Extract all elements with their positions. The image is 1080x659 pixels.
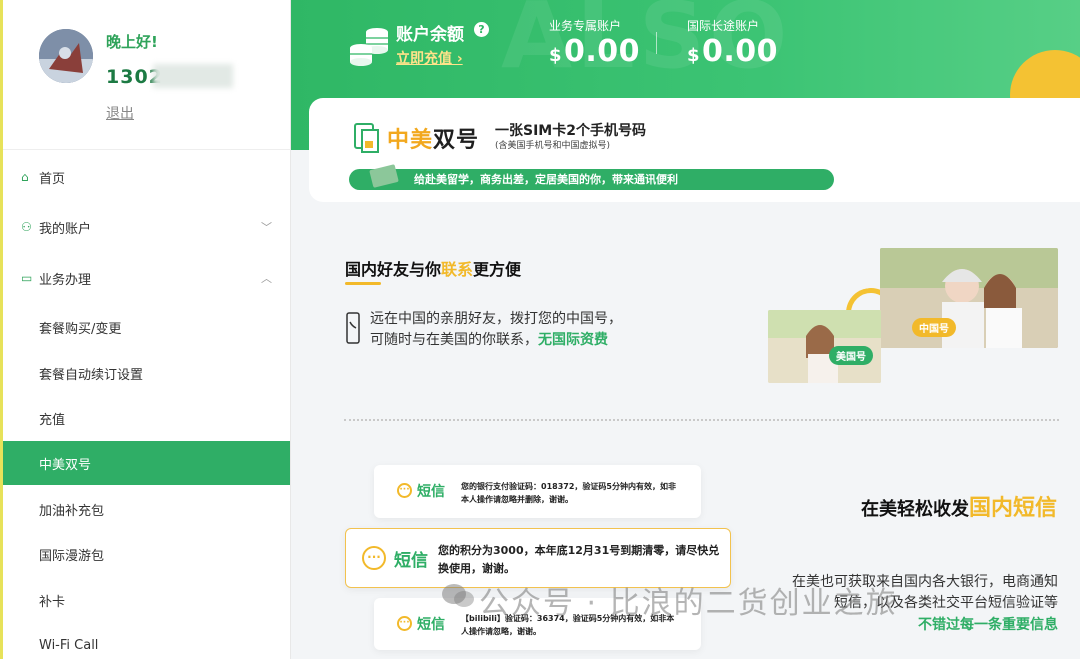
nav-sub-recharge[interactable]: 充值: [3, 396, 290, 440]
phone-redaction: [153, 64, 233, 88]
nav-home[interactable]: ⌂ 首页: [3, 155, 290, 199]
business-account: 业务专属账户 $0.00: [549, 17, 640, 69]
chat-bubble-icon: ···: [362, 546, 386, 570]
business-account-label: 业务专属账户: [549, 19, 622, 33]
us-number-badge: 美国号: [829, 346, 873, 365]
wechat-icon: [442, 584, 474, 607]
intl-account: 国际长途账户 $0.00: [687, 17, 778, 69]
user-icon: ⚇: [21, 220, 32, 234]
nav-sub-plan[interactable]: 套餐购买/变更: [3, 305, 290, 349]
greeting-text: 晚上好!: [106, 33, 158, 51]
banner-tagline: 一张SIM卡2个手机号码: [495, 123, 646, 139]
coins-icon: [350, 28, 388, 66]
chevron-up-icon: ︿: [261, 272, 272, 285]
nav-sub-replace-card[interactable]: 补卡: [3, 578, 290, 622]
banner-subtagline: (含美国手机号和中国虚拟号): [495, 141, 611, 151]
section-divider: [344, 419, 1059, 421]
intl-account-label: 国际长途账户: [687, 19, 760, 33]
sim-card-icon: [354, 123, 379, 153]
nav-sub-data-pack[interactable]: 加油补充包: [3, 487, 290, 531]
section1-underline: [345, 282, 381, 285]
avatar[interactable]: [39, 29, 93, 83]
chevron-down-icon: ﹀: [261, 221, 272, 234]
sms-text: 您的银行支付验证码：018372，验证码5分钟内有效，如非本人操作请忽略并删除，…: [461, 482, 676, 504]
nav-home-label: 首页: [39, 171, 66, 187]
nav-sub-wifi-call[interactable]: Wi-Fi Call: [3, 623, 290, 659]
main-content: ALSO GUIDE 账户余额 ? 立即充值 › 业务专属账户 $0.00: [291, 0, 1080, 659]
sms-card: ··· 短信 您的银行支付验证码：018372，验证码5分钟内有效，如非本人操作…: [374, 465, 701, 518]
nav-account[interactable]: ⚇ 我的账户 ﹀: [3, 205, 290, 249]
nav-sub-dual-number[interactable]: 中美双号: [3, 441, 290, 485]
banner-title: 中美双号: [387, 128, 480, 153]
sidebar: 晚上好! 1302 退出 ⌂ 首页 ⚇ 我的账户 ﹀ ▭ 业务办理 ︿ 套餐购买…: [0, 0, 291, 659]
logout-link[interactable]: 退出: [106, 103, 134, 123]
nav-sub-autorenew[interactable]: 套餐自动续订设置: [3, 351, 290, 395]
intl-account-amount: $0.00: [687, 34, 779, 69]
help-icon[interactable]: ?: [474, 22, 489, 37]
account-divider: [656, 32, 657, 54]
banner-strip: 给赴美留学，商务出差，定居美国的你，带来通讯便利: [349, 164, 834, 190]
sim-card-graphic: [369, 164, 399, 188]
user-card: 晚上好! 1302 退出: [3, 0, 290, 150]
chat-bubble-icon: ···: [397, 483, 412, 498]
product-banner: 中美双号 一张SIM卡2个手机号码 (含美国手机号和中国虚拟号) 给赴美留学，商…: [309, 98, 1080, 202]
section2-highlight: 不错过每一条重要信息: [918, 617, 1058, 633]
woman-photo: 美国号: [768, 310, 881, 383]
sms-label: 短信: [417, 484, 445, 500]
nav-business-label: 业务办理: [39, 272, 92, 288]
sms-label: 短信: [394, 551, 428, 571]
family-photo: 中国号: [880, 248, 1058, 348]
nav-account-label: 我的账户: [39, 221, 92, 237]
watermark-text: 公众号 · 比浪的二货创业之旅: [479, 586, 898, 621]
section2-title: 在美轻松收发国内短信: [861, 496, 1058, 521]
section1-title: 国内好友与你联系更方便: [345, 260, 522, 279]
chat-bubble-icon: ···: [397, 616, 412, 631]
sms-label: 短信: [417, 617, 445, 633]
section1-text: 远在中国的亲朋好友，拨打您的中国号， 可随时与在美国的你联系，无国际资费: [370, 311, 622, 348]
mobile-phone-icon: [346, 312, 360, 344]
sms-text: 您的积分为3000，本年底12月31号到期清零，请尽快兑换使用，谢谢。: [438, 544, 720, 575]
recharge-link[interactable]: 立即充值 ›: [396, 48, 463, 68]
nav-sub-roaming[interactable]: 国际漫游包: [3, 532, 290, 576]
nav-business[interactable]: ▭ 业务办理 ︿: [3, 256, 290, 300]
business-account-amount: $0.00: [549, 34, 641, 69]
china-number-badge: 中国号: [912, 318, 956, 337]
balance-label: 账户余额: [396, 25, 464, 45]
document-icon: ▭: [21, 271, 33, 285]
home-icon: ⌂: [21, 170, 29, 184]
